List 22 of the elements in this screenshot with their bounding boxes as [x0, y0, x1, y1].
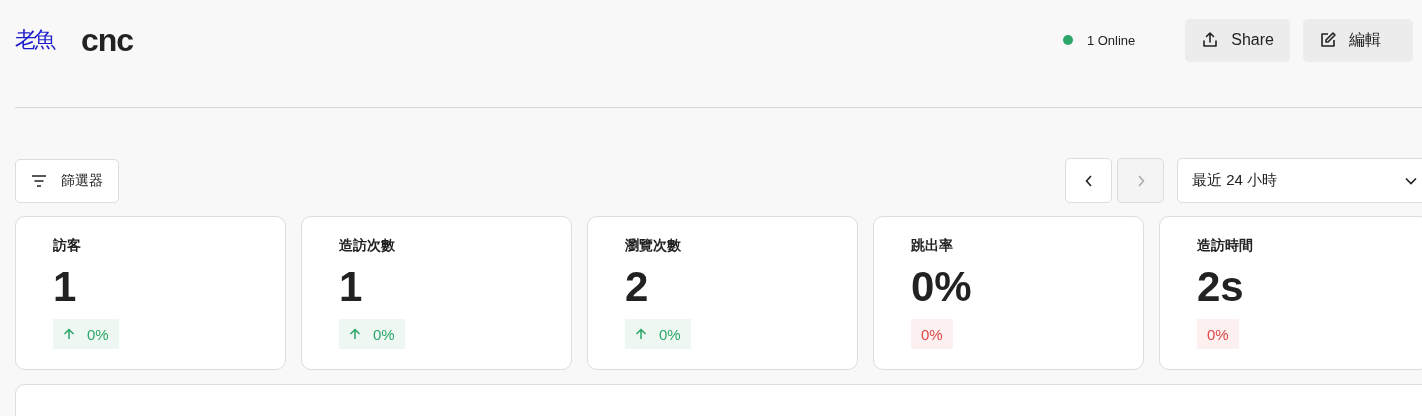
metric-value: 1 — [339, 263, 363, 311]
logo: 老魚 — [15, 26, 53, 54]
change-badge: 0% — [625, 319, 691, 349]
share-button[interactable]: Share — [1185, 18, 1290, 62]
online-count: 1 Online — [1086, 32, 1136, 48]
metric-value: 1 — [53, 263, 77, 311]
change-badge: 0% — [1197, 319, 1239, 349]
metric-label: 瀏覽次數 — [625, 237, 681, 255]
site-title: cnc — [81, 21, 134, 59]
metric-value: 2s — [1197, 263, 1244, 311]
filter-button[interactable]: 篩選器 — [15, 158, 119, 203]
change-badge: 0% — [911, 319, 953, 349]
metric-label: 造訪時間 — [1197, 237, 1253, 255]
metric-value: 0% — [911, 263, 972, 311]
metric-label: 訪客 — [53, 237, 81, 255]
metric-label: 跳出率 — [911, 237, 953, 255]
edit-button[interactable]: 編輯 — [1303, 18, 1413, 62]
change-badge: 0% — [339, 319, 405, 349]
date-range-dropdown[interactable]: 最近 24 小時 — [1177, 158, 1422, 203]
change-badge: 0% — [53, 319, 119, 349]
metric-value: 2 — [625, 263, 649, 311]
metric-label: 造訪次數 — [339, 237, 395, 255]
